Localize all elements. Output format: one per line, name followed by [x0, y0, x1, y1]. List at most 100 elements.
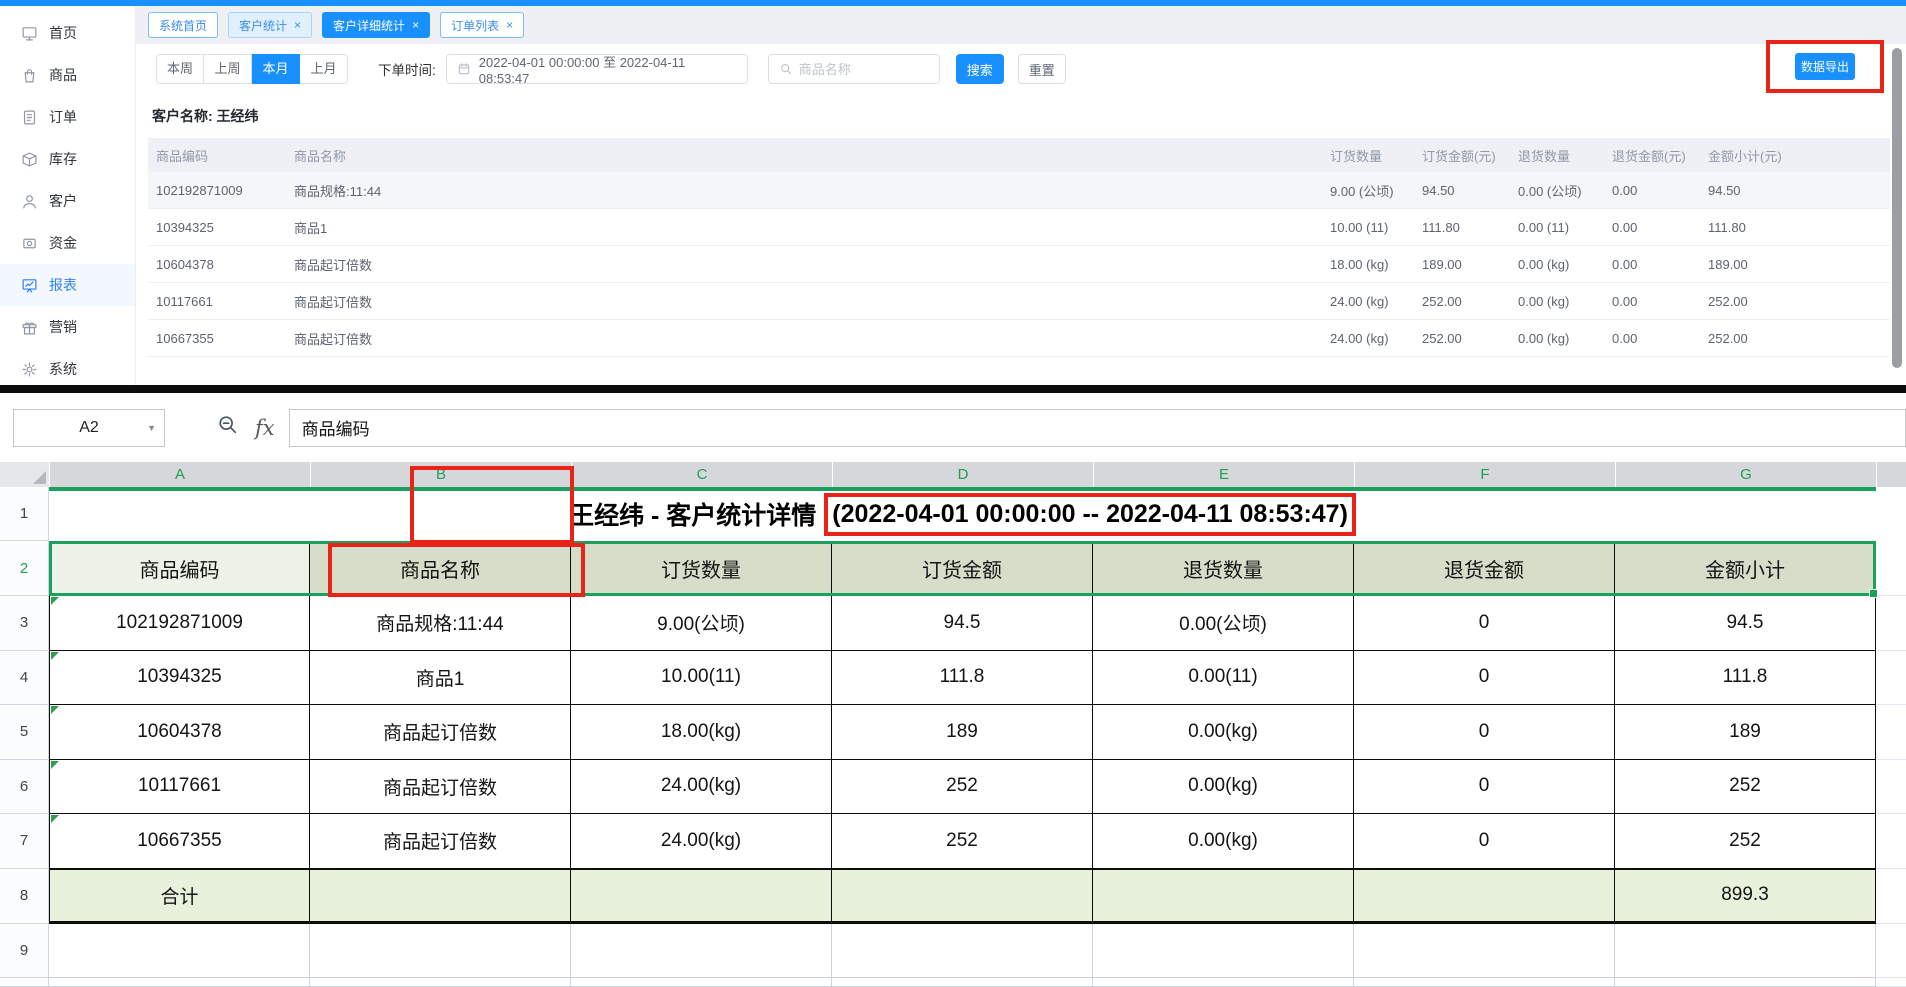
row-header[interactable]: 3 [0, 596, 49, 651]
total-cell[interactable] [310, 869, 571, 924]
close-icon[interactable]: × [294, 19, 301, 31]
sidebar-item-user[interactable]: 客户 [0, 180, 135, 222]
total-cell[interactable] [571, 869, 832, 924]
quick-range-button[interactable]: 本周 [156, 54, 204, 84]
total-cell[interactable]: 合计 [49, 869, 310, 924]
column-header-letter[interactable]: E [1094, 462, 1355, 487]
data-cell[interactable]: 0 [1354, 596, 1615, 651]
table-row[interactable]: 10117661商品起订倍数24.00 (kg)252.000.00 (kg)0… [148, 283, 1890, 320]
data-cell[interactable]: 9.00(公顷) [571, 596, 832, 651]
empty-cell[interactable] [571, 924, 832, 978]
data-cell[interactable]: 10117661 [49, 760, 310, 815]
row-header[interactable]: 7 [0, 814, 49, 869]
empty-cell[interactable] [49, 978, 310, 987]
cell-name-box[interactable]: A2 ▼ [13, 409, 165, 447]
data-cell[interactable]: 111.8 [1615, 651, 1876, 706]
empty-cell[interactable] [310, 924, 571, 978]
empty-cell[interactable] [1093, 978, 1354, 987]
empty-cell[interactable] [1093, 924, 1354, 978]
data-cell[interactable]: 0 [1354, 814, 1615, 869]
quick-range-button[interactable]: 上周 [204, 54, 252, 84]
data-cell[interactable]: 10667355 [49, 814, 310, 869]
date-range-input[interactable]: 2022-04-01 00:00:00 至 2022-04-11 08:53:4… [446, 54, 748, 84]
search-button[interactable]: 搜索 [956, 54, 1004, 84]
select-all-corner[interactable] [0, 462, 50, 487]
tab-item[interactable]: 客户统计× [228, 12, 312, 38]
total-cell[interactable] [1093, 869, 1354, 924]
column-header-letter[interactable]: A [50, 462, 311, 487]
close-icon[interactable]: × [506, 19, 513, 31]
data-cell[interactable]: 252 [1615, 814, 1876, 869]
empty-cell[interactable] [310, 978, 571, 987]
quick-range-button[interactable]: 上月 [300, 54, 348, 84]
empty-cell[interactable] [1354, 978, 1615, 987]
data-cell[interactable]: 商品1 [310, 651, 571, 706]
row-header[interactable]: 4 [0, 651, 49, 706]
data-cell[interactable]: 24.00(kg) [571, 814, 832, 869]
data-cell[interactable]: 189 [1615, 705, 1876, 760]
empty-cell[interactable] [832, 978, 1093, 987]
data-cell[interactable]: 0.00(kg) [1093, 760, 1354, 815]
tab-item[interactable]: 系统首页 [148, 12, 218, 38]
tab-item[interactable]: 订单列表× [440, 12, 524, 38]
data-cell[interactable]: 252 [832, 760, 1093, 815]
header-cell[interactable]: 订货金额 [832, 541, 1093, 596]
data-cell[interactable]: 10.00(11) [571, 651, 832, 706]
column-header-letter[interactable]: C [572, 462, 833, 487]
sidebar-item-money[interactable]: 资金 [0, 222, 135, 264]
empty-cell[interactable] [1615, 924, 1876, 978]
data-cell[interactable]: 0 [1354, 760, 1615, 815]
tab-active[interactable]: 客户详细统计× [322, 12, 430, 38]
data-cell[interactable]: 0.00(kg) [1093, 814, 1354, 869]
data-cell[interactable]: 102192871009 [49, 596, 310, 651]
column-header-letter[interactable]: D [833, 462, 1094, 487]
data-cell[interactable]: 商品起订倍数 [310, 760, 571, 815]
data-cell[interactable]: 0.00(公顷) [1093, 596, 1354, 651]
data-cell[interactable]: 94.5 [1615, 596, 1876, 651]
data-cell[interactable]: 0 [1354, 705, 1615, 760]
table-row[interactable]: 10394325商品110.00 (11)111.800.00 (11)0.00… [148, 209, 1890, 246]
row-header[interactable]: 1 [0, 487, 49, 541]
sidebar-item-chart[interactable]: 报表 [0, 264, 135, 306]
column-header-letter[interactable]: F [1355, 462, 1616, 487]
search-input[interactable] [799, 62, 929, 77]
empty-cell[interactable] [1615, 978, 1876, 987]
table-row[interactable]: 10667355商品起订倍数24.00 (kg)252.000.00 (kg)0… [148, 320, 1890, 357]
chevron-down-icon[interactable]: ▼ [147, 423, 156, 433]
row-header-selected[interactable]: 2 [0, 541, 49, 596]
zoom-out-icon[interactable] [217, 414, 239, 441]
data-cell[interactable]: 0 [1354, 651, 1615, 706]
sidebar-item-gift[interactable]: 营销 [0, 306, 135, 348]
row-header[interactable] [0, 978, 49, 987]
table-row[interactable]: 102192871009商品规格:11:449.00 (公顷)94.500.00… [148, 172, 1890, 209]
data-cell[interactable]: 10394325 [49, 651, 310, 706]
sidebar-item-bag[interactable]: 商品 [0, 54, 135, 96]
empty-cell[interactable] [49, 924, 310, 978]
header-cell[interactable]: 商品名称 [310, 541, 571, 596]
reset-button[interactable]: 重置 [1018, 54, 1066, 84]
total-cell[interactable] [832, 869, 1093, 924]
title-cell[interactable]: 王经纬 - 客户统计详情(2022-04-01 00:00:00 -- 2022… [49, 487, 1876, 541]
data-cell[interactable]: 10604378 [49, 705, 310, 760]
data-cell[interactable]: 111.8 [832, 651, 1093, 706]
empty-cell[interactable] [832, 924, 1093, 978]
header-cell[interactable]: 退货数量 [1093, 541, 1354, 596]
data-cell[interactable]: 商品起订倍数 [310, 705, 571, 760]
sidebar-item-package[interactable]: 库存 [0, 138, 135, 180]
sidebar-item-home[interactable]: 首页 [0, 12, 135, 54]
column-header-letter[interactable]: B [311, 462, 572, 487]
row-header[interactable]: 5 [0, 705, 49, 760]
total-cell[interactable] [1354, 869, 1615, 924]
total-cell[interactable]: 899.3 [1615, 869, 1876, 924]
data-cell[interactable]: 商品起订倍数 [310, 814, 571, 869]
header-cell[interactable]: 商品编码 [49, 541, 310, 596]
data-cell[interactable]: 18.00(kg) [571, 705, 832, 760]
header-cell[interactable]: 订货数量 [571, 541, 832, 596]
row-header[interactable]: 9 [0, 924, 49, 978]
data-cell[interactable]: 252 [1615, 760, 1876, 815]
table-row[interactable]: 10604378商品起订倍数18.00 (kg)189.000.00 (kg)0… [148, 246, 1890, 283]
data-export-button[interactable]: 数据导出 [1795, 53, 1855, 80]
row-header[interactable]: 6 [0, 760, 49, 815]
vertical-scrollbar[interactable] [1892, 48, 1902, 368]
data-cell[interactable]: 0.00(11) [1093, 651, 1354, 706]
